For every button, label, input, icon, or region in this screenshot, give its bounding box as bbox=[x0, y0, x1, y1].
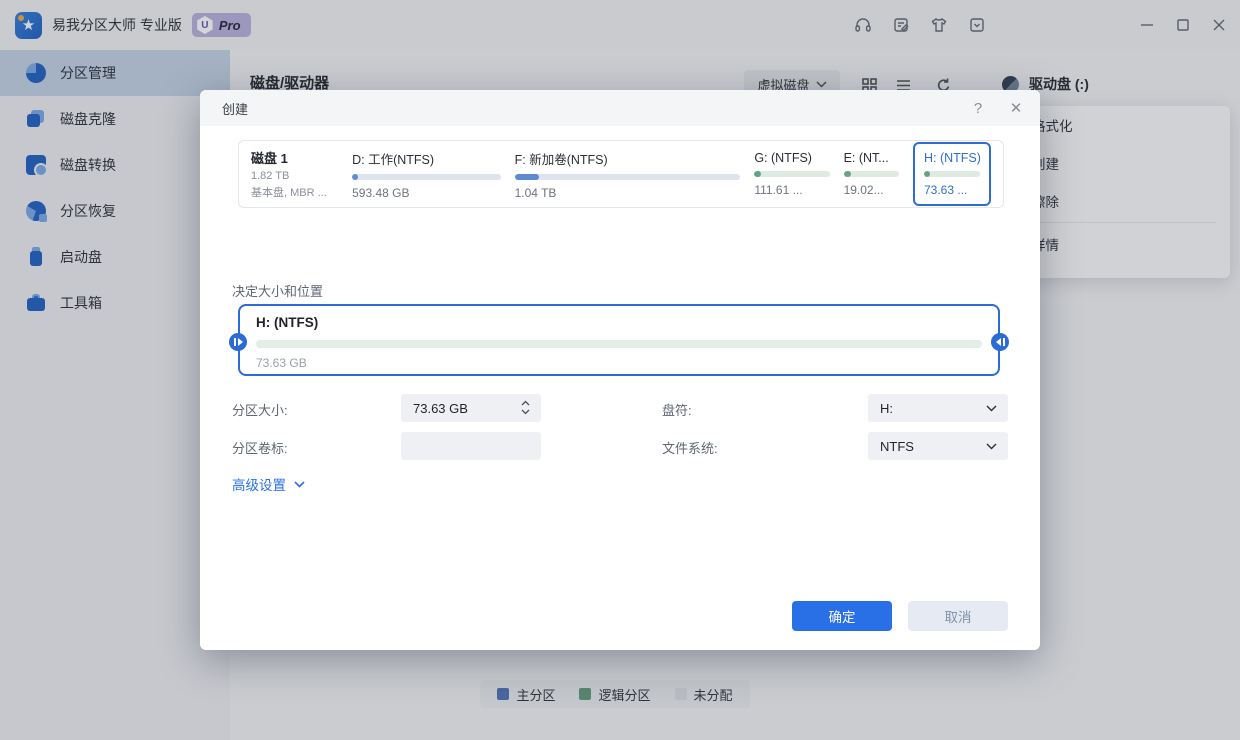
advanced-settings-link[interactable]: 高级设置 bbox=[232, 474, 305, 494]
slider-track bbox=[256, 340, 982, 348]
partition-d-usage-bar bbox=[352, 174, 501, 180]
slider-right-handle[interactable] bbox=[991, 333, 1009, 351]
dialog-close-icon[interactable]: ✕ bbox=[1006, 98, 1026, 118]
create-dialog: 创建 ? ✕ 磁盘 1 1.82 TB 基本盘, MBR ... D: 工作(N… bbox=[200, 90, 1040, 650]
file-system-label: 文件系统: bbox=[662, 438, 718, 457]
volume-label-label: 分区卷标: bbox=[232, 438, 288, 457]
partition-g[interactable]: G: (NTFS) 111.61 ... bbox=[754, 151, 829, 197]
dialog-help-icon[interactable]: ? bbox=[968, 98, 988, 118]
partition-d[interactable]: D: 工作(NTFS) 593.48 GB bbox=[352, 149, 501, 200]
dialog-titlebar: 创建 ? ✕ bbox=[200, 90, 1040, 126]
partition-f-usage-bar bbox=[515, 174, 741, 180]
partition-size-slider[interactable]: H: (NTFS) 73.63 GB bbox=[238, 304, 1000, 376]
slider-partition-label: H: (NTFS) bbox=[256, 315, 318, 330]
size-spinner[interactable] bbox=[521, 400, 530, 415]
slider-size-text: 73.63 GB bbox=[256, 356, 307, 370]
partition-h-usage-bar bbox=[924, 171, 980, 177]
drive-letter-label: 盘符: bbox=[662, 400, 692, 419]
spinner-up-icon[interactable] bbox=[521, 400, 530, 406]
partition-g-usage-bar bbox=[754, 171, 829, 177]
slider-left-handle[interactable] bbox=[229, 333, 247, 351]
drive-letter-chevron-icon bbox=[986, 405, 997, 412]
advanced-chevron-down-icon bbox=[294, 481, 305, 488]
cancel-button[interactable]: 取消 bbox=[908, 601, 1008, 631]
volume-label-input[interactable] bbox=[401, 432, 541, 460]
disk-overview-strip: 磁盘 1 1.82 TB 基本盘, MBR ... D: 工作(NTFS) 59… bbox=[238, 140, 1004, 208]
partition-e-usage-bar bbox=[844, 171, 899, 177]
spinner-down-icon[interactable] bbox=[521, 409, 530, 415]
partition-f[interactable]: F: 新加卷(NTFS) 1.04 TB bbox=[515, 149, 741, 200]
dialog-title: 创建 bbox=[222, 99, 248, 118]
ok-button[interactable]: 确定 bbox=[792, 601, 892, 631]
partition-size-input[interactable]: 73.63 GB bbox=[401, 394, 541, 422]
disk-info: 磁盘 1 1.82 TB 基本盘, MBR ... bbox=[251, 148, 338, 200]
partition-h-selected[interactable]: H: (NTFS) 73.63 ... bbox=[913, 142, 991, 206]
partition-size-label: 分区大小: bbox=[232, 400, 288, 419]
size-position-section-label: 决定大小和位置 bbox=[232, 281, 323, 300]
partition-e[interactable]: E: (NT... 19.02... bbox=[844, 151, 899, 197]
file-system-chevron-icon bbox=[986, 443, 997, 450]
